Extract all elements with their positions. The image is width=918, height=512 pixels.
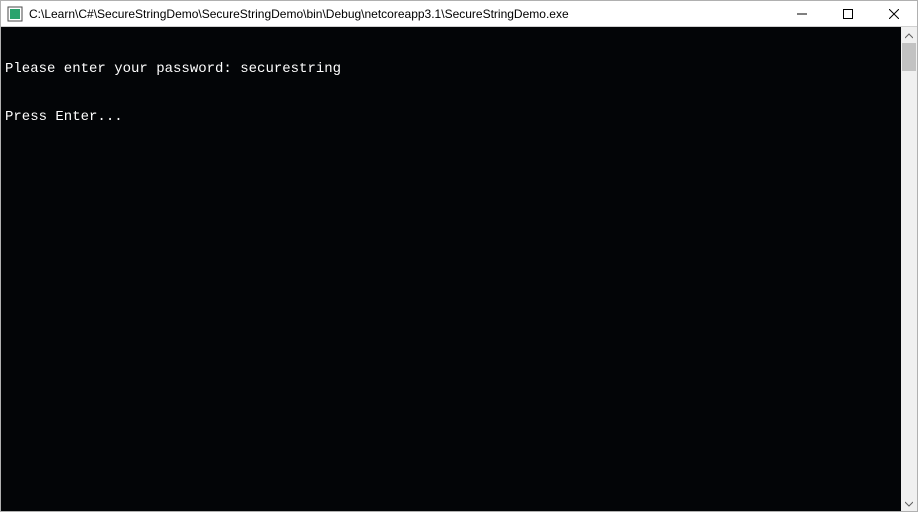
minimize-icon bbox=[797, 9, 807, 19]
chevron-down-icon bbox=[905, 494, 913, 511]
console-line: Please enter your password: securestring bbox=[5, 61, 897, 77]
scroll-thumb[interactable] bbox=[902, 43, 916, 71]
chevron-up-icon bbox=[905, 27, 913, 44]
console-body: Please enter your password: securestring… bbox=[1, 27, 917, 511]
scroll-track[interactable] bbox=[901, 43, 917, 495]
maximize-icon bbox=[843, 9, 853, 19]
console-app-icon bbox=[7, 6, 23, 22]
scroll-up-button[interactable] bbox=[901, 27, 917, 43]
close-icon bbox=[889, 9, 899, 19]
window-controls bbox=[779, 1, 917, 26]
maximize-button[interactable] bbox=[825, 1, 871, 26]
console-output[interactable]: Please enter your password: securestring… bbox=[1, 27, 901, 511]
vertical-scrollbar[interactable] bbox=[901, 27, 917, 511]
scroll-down-button[interactable] bbox=[901, 495, 917, 511]
close-button[interactable] bbox=[871, 1, 917, 26]
window-title: C:\Learn\C#\SecureStringDemo\SecureStrin… bbox=[29, 7, 779, 21]
minimize-button[interactable] bbox=[779, 1, 825, 26]
console-window: C:\Learn\C#\SecureStringDemo\SecureStrin… bbox=[0, 0, 918, 512]
titlebar[interactable]: C:\Learn\C#\SecureStringDemo\SecureStrin… bbox=[1, 1, 917, 27]
console-line: Press Enter... bbox=[5, 109, 897, 125]
